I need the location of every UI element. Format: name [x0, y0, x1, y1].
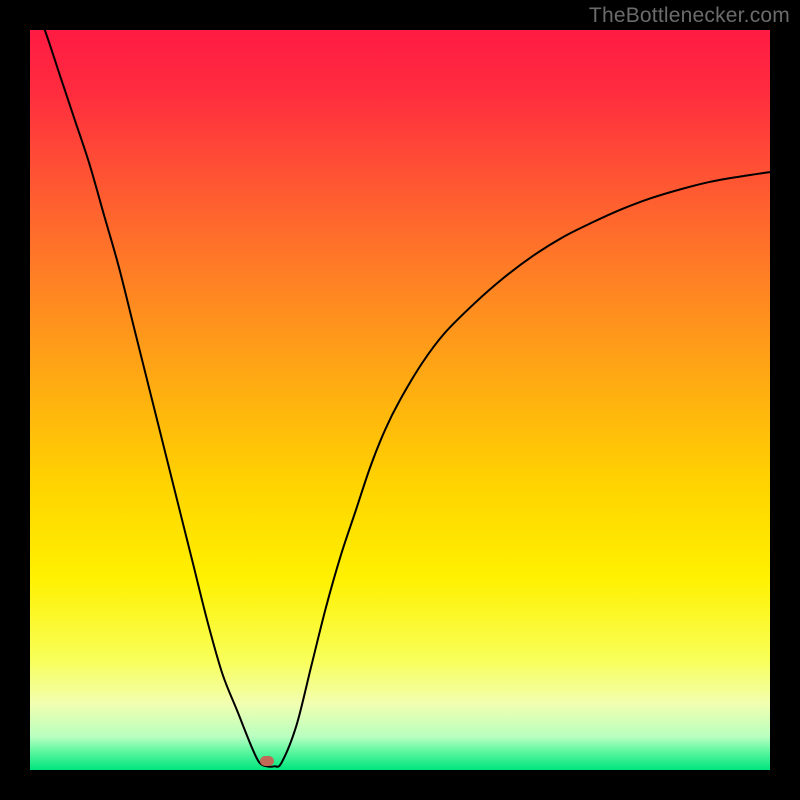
plot-area [30, 30, 770, 770]
chart-stage: TheBottlenecker.com [0, 0, 800, 800]
watermark-text: TheBottlenecker.com [589, 4, 790, 28]
bottleneck-curve [30, 30, 770, 770]
optimal-point-marker [260, 756, 274, 766]
